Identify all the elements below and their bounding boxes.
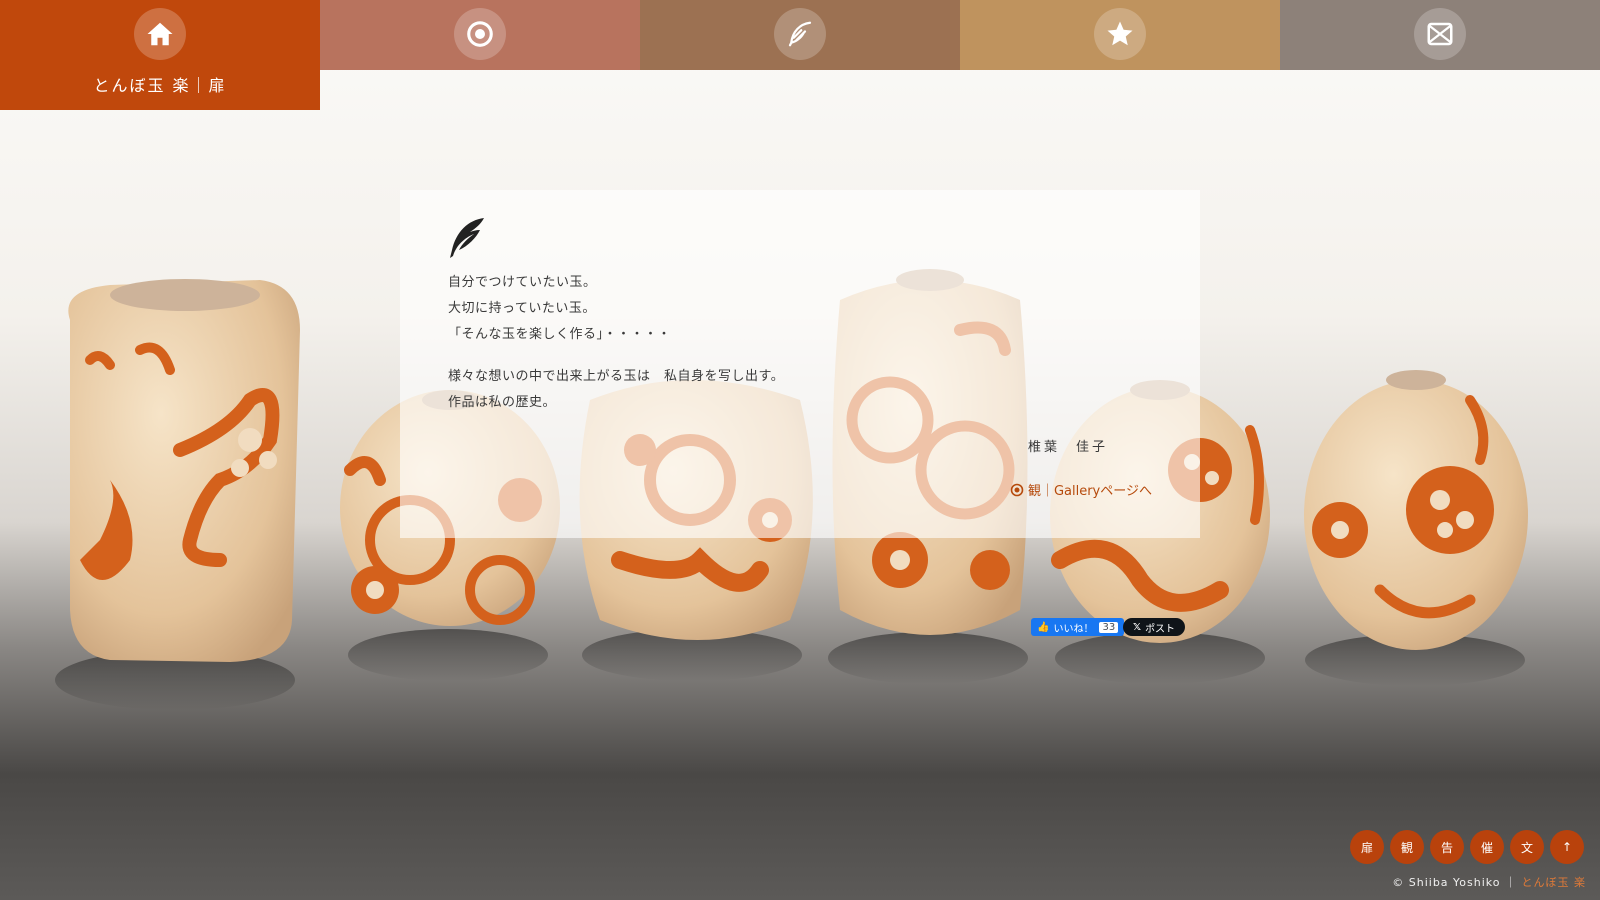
like-label: いいね！ [1053, 623, 1094, 635]
home-label: とんぼ玉 楽｜扉 [93, 76, 227, 95]
footer-brand[interactable]: とんぼ玉 楽 [1522, 876, 1587, 889]
post-label: ポスト [1145, 623, 1176, 635]
envelope-icon [1414, 8, 1466, 60]
bead-shadow [348, 629, 548, 681]
feather-icon [450, 218, 484, 258]
bottom-nav-gallery[interactable]: 観 [1390, 830, 1424, 864]
star-icon [1094, 8, 1146, 60]
nav-tab-events[interactable] [960, 0, 1280, 70]
copyright-text: © Shiiba Yoshiko [1392, 876, 1501, 889]
intro-text: 自分でつけていたい玉。 大切に持っていたい玉。 「そんな玉を楽しく作る」・・・・… [448, 270, 784, 416]
home-icon [134, 8, 186, 60]
target-icon [1010, 483, 1024, 496]
bottom-nav-contact[interactable]: 文 [1510, 830, 1544, 864]
intro-line: 作品は私の歴史。 [448, 395, 557, 410]
nav-tab-home[interactable]: とんぼ玉 楽｜扉 [0, 0, 320, 110]
bead-shadow [828, 632, 1028, 684]
bottom-navigation: 扉 観 告 催 文 ↑ [1350, 830, 1584, 864]
x-logo-icon: 𝕏 [1133, 621, 1142, 633]
facebook-like-button[interactable]: 👍 いいね！ 33 [1031, 618, 1125, 636]
x-post-button[interactable]: 𝕏 ポスト [1123, 618, 1186, 636]
footer: © Shiiba Yoshiko ｜ とんぼ玉 楽 [1392, 874, 1586, 890]
bottom-nav-home[interactable]: 扉 [1350, 830, 1384, 864]
nav-tab-gallery[interactable] [320, 0, 640, 70]
top-navigation: とんぼ玉 楽｜扉 [0, 0, 1600, 110]
intro-line: 大切に持っていたい玉。 [448, 301, 596, 316]
intro-line: 様々な想いの中で出来上がる玉は 私自身を写し出す。 [448, 369, 785, 384]
footer-separator: ｜ [1505, 876, 1517, 889]
bottom-nav-news[interactable]: 告 [1430, 830, 1464, 864]
nav-tab-news[interactable] [640, 0, 960, 70]
target-icon [454, 8, 506, 60]
intro-panel: 自分でつけていたい玉。 大切に持っていたい玉。 「そんな玉を楽しく作る」・・・・… [400, 190, 1200, 538]
like-count: 33 [1099, 621, 1119, 633]
author-name: 椎葉 佳子 [1027, 440, 1108, 455]
bead-1 [68, 279, 300, 662]
feather-pen-icon [774, 8, 826, 60]
gallery-link-label: 観｜Galleryページへ [1027, 484, 1152, 499]
bottom-nav-events[interactable]: 催 [1470, 830, 1504, 864]
back-to-top-button[interactable]: ↑ [1550, 830, 1584, 864]
thumbs-up-icon: 👍 [1037, 621, 1050, 633]
bead-6 [1304, 370, 1528, 650]
intro-line: 自分でつけていたい玉。 [448, 275, 597, 290]
gallery-link[interactable]: 観｜Galleryページへ [1010, 480, 1152, 499]
nav-tab-contact[interactable] [1280, 0, 1600, 70]
intro-line: 「そんな玉を楽しく作る」・・・・・ [448, 327, 672, 342]
